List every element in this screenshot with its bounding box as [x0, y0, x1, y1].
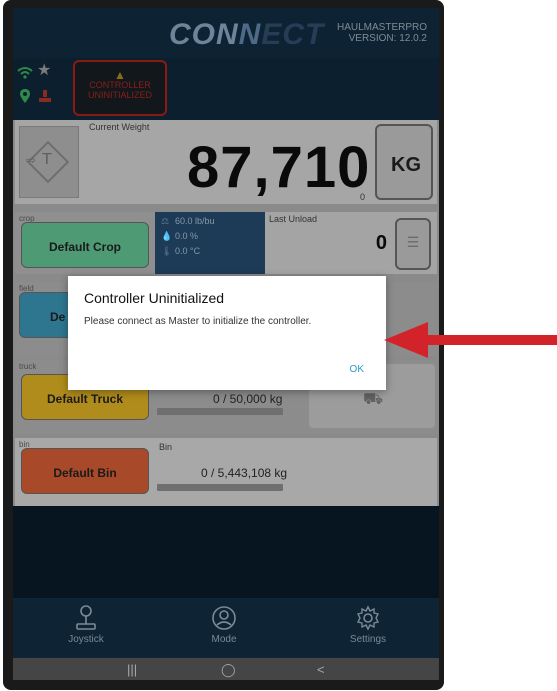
tare-letter: T	[42, 151, 52, 168]
crop-panel: crop Default Crop ⚖ 60.0 lb/bu 💧 0.0 % 🌡 0.…	[15, 212, 437, 274]
status-bar: ★ ▲ CONTROLLER UNINITIALIZED	[13, 58, 439, 120]
nav-joystick-label: Joystick	[68, 634, 104, 645]
home-icon[interactable]: ◯	[221, 662, 236, 678]
current-weight-value: 87,710	[187, 135, 371, 200]
warning-icon: ▲	[114, 68, 126, 82]
nav-settings[interactable]: Settings	[323, 604, 413, 645]
crop-select-button[interactable]: Default Crop	[21, 222, 149, 268]
logo-part-1: CON	[169, 18, 239, 51]
unit-label: KG	[391, 154, 421, 176]
version-number: VERSION: 12.0.2	[348, 33, 427, 44]
red-arrow-icon	[384, 322, 557, 358]
nav-mode-label: Mode	[211, 634, 237, 645]
controller-status-line1: CONTROLLER	[89, 80, 151, 90]
weight-panel: ⇨ T Current Weight 87,710 0 KG	[15, 120, 437, 204]
crop-stats: ⚖ 60.0 lb/bu 💧 0.0 % 🌡 0.0 °C	[161, 214, 215, 259]
dialog-message: Please connect as Master to initialize t…	[84, 316, 312, 327]
tablet-device: CONNECT HAULMASTERPRO VERSION: 12.0.2 ★ …	[3, 0, 444, 690]
nav-settings-label: Settings	[349, 634, 387, 645]
location-pin-icon	[19, 88, 31, 106]
controller-status-badge[interactable]: ▲ CONTROLLER UNINITIALIZED	[73, 60, 167, 116]
system-navigation-bar: ||| ◯ <	[13, 658, 439, 680]
truck-progress-bar	[157, 408, 283, 415]
connect-logo: CONNECT	[169, 18, 324, 52]
bottom-navigation: Joystick Mode Settings	[13, 598, 439, 658]
controller-uninitialized-dialog: Controller Uninitialized Please connect …	[68, 276, 386, 390]
truck-slot-label: truck	[19, 362, 37, 371]
user-circle-icon	[179, 604, 269, 634]
nav-mode[interactable]: Mode	[179, 604, 269, 645]
recent-apps-icon[interactable]: |||	[127, 662, 137, 677]
crop-density: 60.0 lb/bu	[175, 216, 215, 226]
arrow-right-icon: ⇨	[26, 153, 37, 167]
joystick-icon	[41, 604, 131, 634]
truck-icon: ⛟	[363, 391, 384, 408]
nav-joystick[interactable]: Joystick	[41, 604, 131, 645]
gear-icon	[323, 604, 413, 634]
truck-load-progress: 0 / 50,000 kg	[213, 392, 283, 406]
logo-part-2: N	[238, 18, 262, 51]
last-unload-value: 0	[375, 232, 387, 254]
thermometer-icon: 🌡	[161, 246, 173, 256]
last-unload-label: Last Unload	[269, 214, 318, 224]
crop-slot: crop Default Crop	[15, 212, 155, 274]
bin-header-label: Bin	[159, 442, 173, 452]
dialog-title: Controller Uninitialized	[84, 290, 225, 306]
dialog-ok-button[interactable]: OK	[350, 364, 364, 375]
list-icon: ☰	[406, 234, 420, 250]
last-unload-panel: Last Unload 0 ☰	[265, 212, 437, 274]
tare-button[interactable]: ⇨ T	[19, 126, 79, 198]
weight-icon: ⚖	[161, 216, 170, 226]
droplet-icon: 💧	[161, 231, 173, 241]
controller-status-line2: UNINITIALIZED	[87, 90, 152, 100]
current-weight-label: Current Weight	[89, 122, 150, 132]
unit-toggle-button[interactable]: KG	[375, 124, 433, 200]
bin-panel: bin Default Bin Bin 0 / 5,443,108 kg	[15, 438, 437, 506]
wifi-icon	[17, 66, 33, 82]
product-name: HAULMASTERPRO	[336, 22, 427, 33]
version-info: HAULMASTERPRO VERSION: 12.0.2	[337, 22, 427, 44]
bin-progress-bar	[157, 484, 283, 491]
bin-select-button[interactable]: Default Bin	[21, 448, 149, 494]
scale-icon	[37, 88, 53, 106]
logo-part-3: ECT	[261, 18, 325, 51]
empty-area	[13, 506, 439, 598]
star-icon: ★	[37, 62, 52, 79]
crop-temperature: 0.0 °C	[175, 246, 201, 256]
unload-history-button[interactable]: ☰	[395, 218, 431, 270]
back-icon[interactable]: <	[317, 662, 325, 677]
app-screen: CONNECT HAULMASTERPRO VERSION: 12.0.2 ★ …	[13, 8, 439, 680]
app-header: CONNECT HAULMASTERPRO VERSION: 12.0.2	[13, 8, 439, 58]
crop-moisture: 0.0 %	[175, 231, 199, 241]
bin-load-progress: 0 / 5,443,108 kg	[201, 466, 288, 480]
weight-sub-value: 0	[360, 192, 366, 202]
